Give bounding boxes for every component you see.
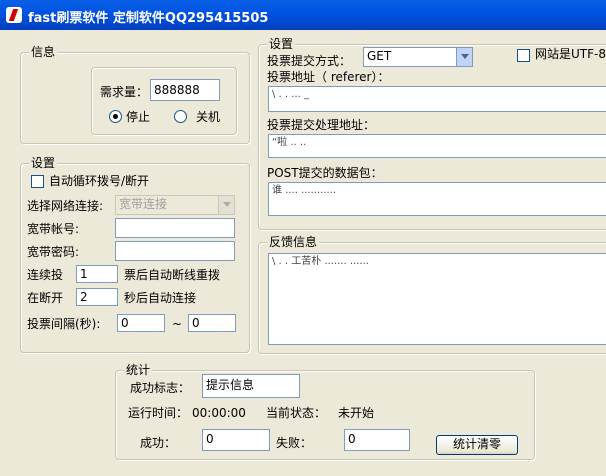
settings-right-group: 设置 投票提交方式： GET 网站是UTF-8编 投票地址（ referer）：… [258, 37, 606, 230]
account-label: 宽带帐号: [27, 222, 80, 236]
info-legend: 信息 [29, 45, 58, 59]
feedback-log[interactable]: \ . . 工苦朴 ....... ...... [268, 253, 606, 345]
clear-stats-button[interactable]: 统计清零 [436, 435, 518, 455]
runtime-value: 00:00:00 [192, 406, 246, 420]
settings-left-legend: 设置 [29, 156, 58, 170]
network-select[interactable]: 宽带连接 [115, 195, 235, 215]
network-select-value: 宽带连接 [119, 197, 168, 211]
demand-box: 需求量： 888888 停止 关机 [91, 67, 237, 135]
success-flag-input[interactable]: 提示信息 [202, 374, 300, 398]
disconnect-label: 在断开 [27, 291, 64, 305]
chevron-down-icon[interactable] [456, 48, 472, 66]
process-label: 投票提交处理地址： [267, 118, 376, 132]
fail-count: 0 [344, 429, 410, 451]
success-flag-label: 成功标志： [130, 381, 191, 395]
password-label: 宽带密码: [27, 245, 80, 259]
post-input[interactable]: 谁 .... ........... [268, 182, 606, 216]
address-label: 投票地址（ referer）： [267, 70, 390, 84]
window-title: fast刷票软件 定制软件QQ295415505 [28, 11, 269, 26]
title-bar[interactable]: fast刷票软件 定制软件QQ295415505 [0, 0, 606, 30]
demand-input[interactable]: 888888 [150, 79, 220, 101]
shutdown-radio[interactable] [174, 110, 187, 123]
stats-group: 统计 成功标志： 提示信息 运行时间： 00:00:00 当前状态： 未开始 成… [115, 363, 535, 460]
auto-redial-label: 自动循环拨号/断开 [49, 174, 150, 188]
chevron-down-icon[interactable] [218, 196, 234, 214]
status-value: 未开始 [338, 406, 375, 420]
disconnect-input[interactable]: 2 [76, 288, 118, 306]
address-input[interactable]: \ . . ... _ [268, 86, 606, 112]
info-group: 信息 需求量： 888888 停止 关机 [20, 45, 250, 144]
interval-separator: ~ [172, 317, 183, 331]
demand-label: 需求量： [100, 85, 149, 99]
success-count: 0 [202, 429, 270, 451]
interval-min-input[interactable]: 0 [117, 314, 165, 332]
feedback-group: 反馈信息 \ . . 工苦朴 ....... ...... [258, 235, 606, 354]
runtime-label: 运行时间： [128, 406, 189, 420]
method-select[interactable]: GET [363, 47, 473, 67]
shutdown-radio-label: 关机 [196, 110, 221, 124]
utf8-label: 网站是UTF-8编 [535, 47, 606, 61]
fail-label: 失败： [276, 436, 313, 450]
stop-radio[interactable] [109, 110, 122, 123]
consecutive-suffix: 票后自动断线重拨 [124, 268, 221, 282]
disconnect-suffix: 秒后自动连接 [124, 291, 197, 305]
method-label: 投票提交方式： [267, 54, 352, 68]
auto-redial-checkbox[interactable] [31, 175, 44, 188]
status-label: 当前状态： [266, 406, 327, 420]
method-select-value: GET [367, 49, 392, 63]
network-label: 选择网络连接: [27, 199, 104, 213]
account-input[interactable] [115, 218, 235, 238]
feedback-legend: 反馈信息 [267, 235, 320, 249]
interval-label: 投票间隔(秒): [27, 317, 101, 331]
password-input[interactable] [115, 241, 235, 261]
success-label: 成功： [140, 436, 177, 450]
utf8-checkbox[interactable] [517, 49, 530, 62]
post-label: POST提交的数据包： [267, 166, 383, 180]
settings-right-legend: 设置 [267, 37, 296, 51]
stats-legend: 统计 [124, 363, 153, 377]
consecutive-input[interactable]: 1 [76, 265, 118, 283]
process-input[interactable]: “啦 .. .. [268, 134, 606, 158]
settings-left-group: 设置 自动循环拨号/断开 选择网络连接: 宽带连接 宽带帐号: 宽带密码: 连续… [20, 156, 250, 353]
stop-radio-label: 停止 [126, 110, 151, 124]
consecutive-label: 连续投 [27, 268, 64, 282]
interval-max-input[interactable]: 0 [188, 314, 236, 332]
app-icon [6, 7, 22, 23]
